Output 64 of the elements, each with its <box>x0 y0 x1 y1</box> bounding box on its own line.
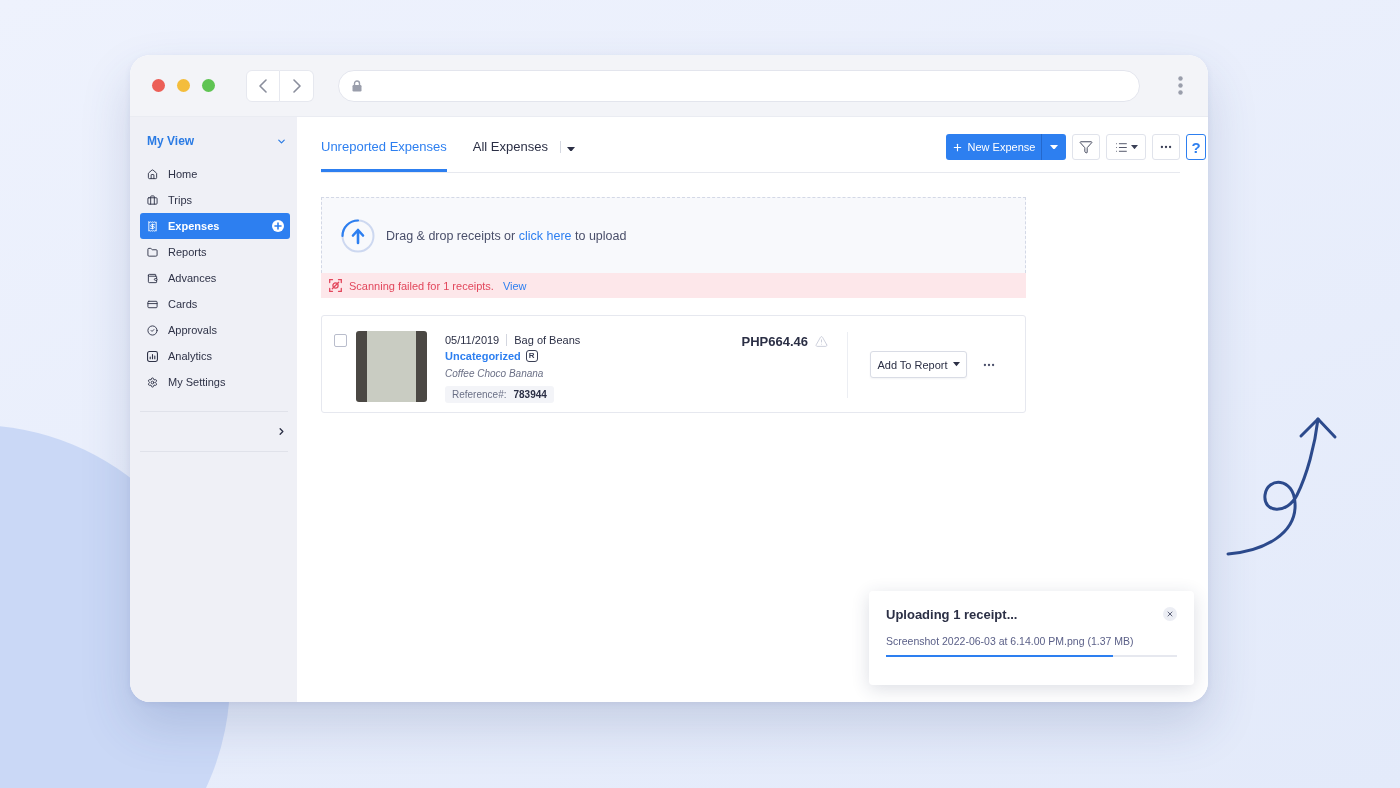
close-button[interactable] <box>1163 607 1177 621</box>
tab-menu-button[interactable] <box>566 145 575 153</box>
sidebar-item[interactable]: Reports <box>140 239 290 265</box>
wallet-icon <box>147 272 158 284</box>
window-maximize-icon[interactable] <box>202 79 215 92</box>
window-minimize-icon[interactable] <box>177 79 190 92</box>
sidebar-item[interactable]: My Settings <box>140 369 290 395</box>
help-button[interactable]: ? <box>1186 134 1206 160</box>
sidebar-item[interactable]: Trips <box>140 187 290 213</box>
settings-icon <box>147 376 158 388</box>
new-expense-menu-button[interactable] <box>1041 134 1066 160</box>
sidebar-item[interactable]: Advances <box>140 265 290 291</box>
merchant-name: Bag of Beans <box>514 333 581 346</box>
folder-icon <box>147 246 158 258</box>
category-link[interactable]: Uncategorized <box>445 349 521 362</box>
tab[interactable]: All Expenses <box>472 139 548 172</box>
back-button[interactable] <box>246 69 280 102</box>
expense-description: Coffee Choco Banana <box>445 368 544 379</box>
receipt-photo-placeholder <box>356 331 427 402</box>
more-vertical-icon[interactable] <box>1178 76 1183 95</box>
chevron-left-icon <box>259 78 267 93</box>
credit-card-icon <box>147 298 158 310</box>
error-message: Scanning failed for 1 receipts. <box>349 279 494 292</box>
file-name: Screenshot 2022-06-03 at 6.14.00 PM.png (1.37 MB) <box>886 635 1135 647</box>
list-icon <box>1114 140 1128 154</box>
scan-frame-icon <box>329 279 342 292</box>
caret-icon <box>1050 144 1058 150</box>
caret-icon <box>952 362 960 367</box>
checkbox[interactable] <box>334 334 347 347</box>
home-icon <box>147 168 158 180</box>
add-icon[interactable] <box>272 220 284 232</box>
sidebar-item[interactable]: Home <box>140 161 290 187</box>
receipt-badge: R <box>525 349 538 362</box>
add-to-report-button[interactable]: Add To Report <box>870 351 967 378</box>
upload-link[interactable]: click here <box>518 228 572 243</box>
reference-label: Reference#: <box>452 389 507 400</box>
filter-icon <box>1079 140 1093 154</box>
bar-chart-icon <box>147 350 158 362</box>
window-close-icon[interactable] <box>152 79 165 92</box>
plus-icon <box>951 141 963 153</box>
list-view-button[interactable] <box>1106 134 1146 160</box>
upload-icon <box>341 218 375 253</box>
filter-button[interactable] <box>1072 134 1100 160</box>
caret-icon <box>1130 144 1138 150</box>
reference-number: 783944 <box>513 389 547 400</box>
upload-prompt: Drag & drop receipts or click here to upload <box>386 228 627 243</box>
sidebar-item[interactable]: Cards <box>140 291 290 317</box>
expense-date: 05/11/2019 <box>445 333 500 346</box>
caret-icon <box>566 146 575 152</box>
sidebar-title: My View <box>147 134 195 148</box>
sidebar-item[interactable]: Analytics <box>140 343 290 369</box>
check-circle-icon <box>147 324 158 336</box>
sidebar-item[interactable]: Approvals <box>140 317 290 343</box>
sidebar-item[interactable]: Expenses <box>140 213 290 239</box>
new-expense-button[interactable]: New Expense <box>946 134 1041 160</box>
chevron-right-icon <box>292 78 301 93</box>
expense-amount: PHP664.46 <box>741 333 808 349</box>
receipt-icon <box>147 220 158 232</box>
toast-title: Uploading 1 receipt... <box>886 606 1018 622</box>
drop-zone[interactable]: Drag & drop receipts or click here to upload <box>321 197 1026 273</box>
close-icon <box>1166 610 1174 618</box>
forward-button[interactable] <box>280 69 314 102</box>
lock-icon <box>352 79 362 92</box>
briefcase-icon <box>147 194 158 206</box>
